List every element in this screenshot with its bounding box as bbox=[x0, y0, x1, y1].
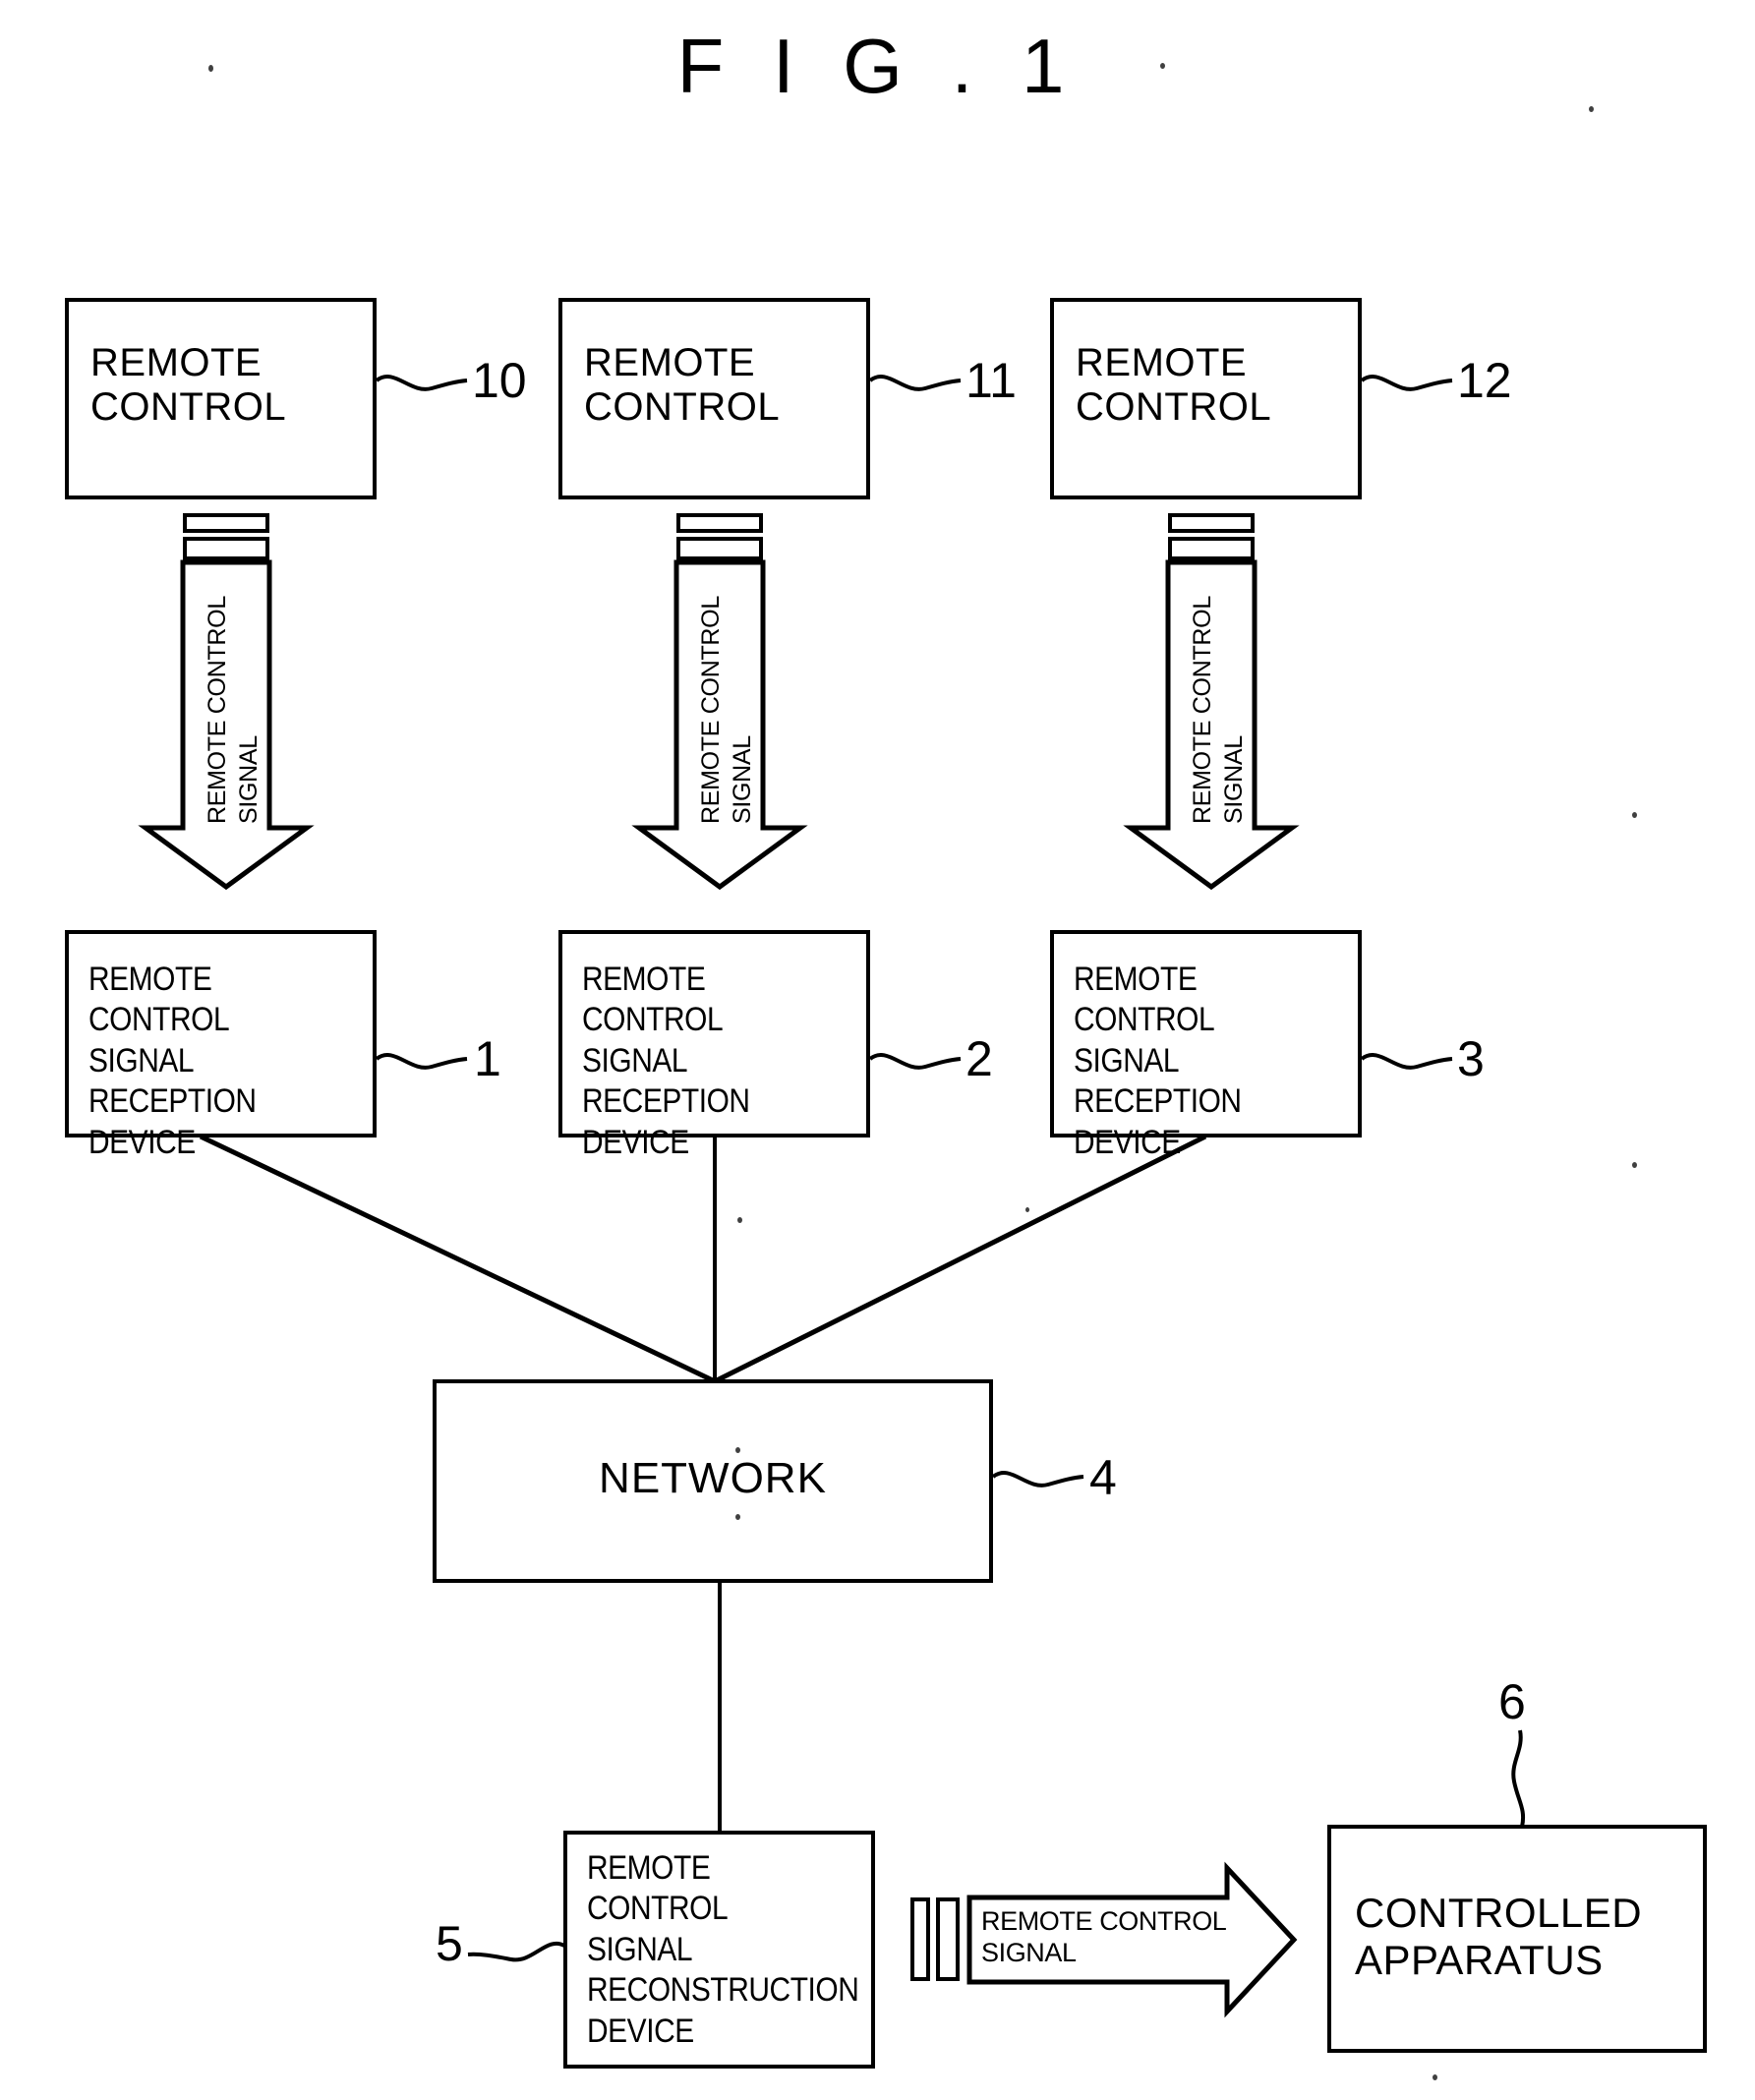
signal-bar-upper-1 bbox=[183, 513, 269, 533]
scan-speck bbox=[735, 1514, 740, 1520]
reconstruction-device-box: REMOTE CONTROL SIGNAL RECONSTRUCTION DEV… bbox=[563, 1831, 875, 2069]
signal-bar-upper-2 bbox=[676, 513, 763, 533]
scan-speck bbox=[1632, 812, 1637, 818]
reference-numeral-11: 11 bbox=[965, 353, 1017, 408]
figure-title: F I G . 1 bbox=[676, 23, 1079, 109]
signal-bar-lower-1 bbox=[183, 537, 269, 560]
scan-speck bbox=[737, 1217, 742, 1223]
signal-arrow-label-2: REMOTE CONTROL bbox=[697, 596, 725, 824]
remote-control-signal-arrow-3: REMOTE CONTROL SIGNAL bbox=[1123, 511, 1300, 891]
signal-bar-lower-3 bbox=[1168, 537, 1255, 560]
remote-control-box-10: REMOTE CONTROL bbox=[65, 298, 377, 499]
signal-arrow-label-3: REMOTE CONTROL bbox=[1189, 596, 1216, 824]
signal-arrow-horizontal-label: REMOTE CONTROL SIGNAL bbox=[981, 1906, 1227, 1968]
remote-control-label-11: REMOTE CONTROL bbox=[584, 341, 781, 429]
controlled-apparatus-box: CONTROLLED APPARATUS bbox=[1327, 1825, 1707, 2053]
controlled-apparatus-label: CONTROLLED APPARATUS bbox=[1355, 1890, 1643, 1984]
remote-control-box-11: REMOTE CONTROL bbox=[558, 298, 870, 499]
network-label: NETWORK bbox=[599, 1454, 827, 1502]
reference-numeral-3: 3 bbox=[1457, 1031, 1485, 1086]
scan-speck bbox=[1632, 1162, 1637, 1168]
signal-arrow-sublabel-2: SIGNAL bbox=[729, 735, 756, 824]
signal-bar-left-inner bbox=[936, 1897, 960, 1981]
remote-control-signal-arrow-2: REMOTE CONTROL SIGNAL bbox=[631, 511, 808, 891]
remote-control-box-12: REMOTE CONTROL bbox=[1050, 298, 1362, 499]
remote-control-label-12: REMOTE CONTROL bbox=[1076, 341, 1272, 429]
remote-control-signal-arrow-horizontal: REMOTE CONTROL SIGNAL bbox=[910, 1861, 1314, 2053]
reception-device-box-1: REMOTE CONTROL SIGNAL RECEPTION DEVICE bbox=[65, 930, 377, 1161]
reference-numeral-6: 6 bbox=[1498, 1674, 1526, 1729]
scan-speck bbox=[1589, 106, 1594, 112]
reference-numeral-4: 4 bbox=[1089, 1450, 1117, 1505]
reference-numeral-1: 1 bbox=[474, 1031, 501, 1086]
scan-speck bbox=[1433, 2074, 1437, 2080]
remote-control-label-10: REMOTE CONTROL bbox=[90, 341, 287, 429]
signal-arrow-sublabel-3: SIGNAL bbox=[1220, 735, 1248, 824]
reference-numeral-10: 10 bbox=[472, 353, 527, 408]
signal-arrow-sublabel-1: SIGNAL bbox=[235, 735, 263, 824]
scan-speck bbox=[208, 65, 213, 72]
scan-speck bbox=[735, 1447, 740, 1453]
signal-bar-upper-3 bbox=[1168, 513, 1255, 533]
network-to-reconstruction-line bbox=[718, 1581, 722, 1833]
reference-numeral-5: 5 bbox=[436, 1916, 463, 1971]
reception-device-box-3: REMOTE CONTROL SIGNAL RECEPTION DEVICE bbox=[1050, 930, 1362, 1161]
reconstruction-device-label: REMOTE CONTROL SIGNAL RECONSTRUCTION DEV… bbox=[587, 1849, 859, 2050]
scan-speck bbox=[1160, 63, 1165, 69]
reference-numeral-12: 12 bbox=[1457, 353, 1512, 408]
reference-numeral-2: 2 bbox=[965, 1031, 993, 1086]
reception-device-box-2: REMOTE CONTROL SIGNAL RECEPTION DEVICE bbox=[558, 930, 870, 1161]
signal-bar-left-outer bbox=[910, 1897, 930, 1981]
leader-line-5 bbox=[467, 1941, 565, 1962]
remote-control-signal-arrow-1: REMOTE CONTROL SIGNAL bbox=[138, 511, 315, 891]
patent-figure-sheet: F I G . 1 REMOTE CONTROL 10 REMOTE CONTR… bbox=[0, 0, 1755, 2100]
signal-bar-lower-2 bbox=[676, 537, 763, 560]
leader-line-6 bbox=[1511, 1729, 1525, 1828]
scan-speck bbox=[1025, 1207, 1029, 1212]
signal-arrow-label-1: REMOTE CONTROL bbox=[204, 596, 231, 824]
network-box: NETWORK bbox=[433, 1379, 993, 1583]
network-connector-lines bbox=[199, 1134, 1207, 1384]
